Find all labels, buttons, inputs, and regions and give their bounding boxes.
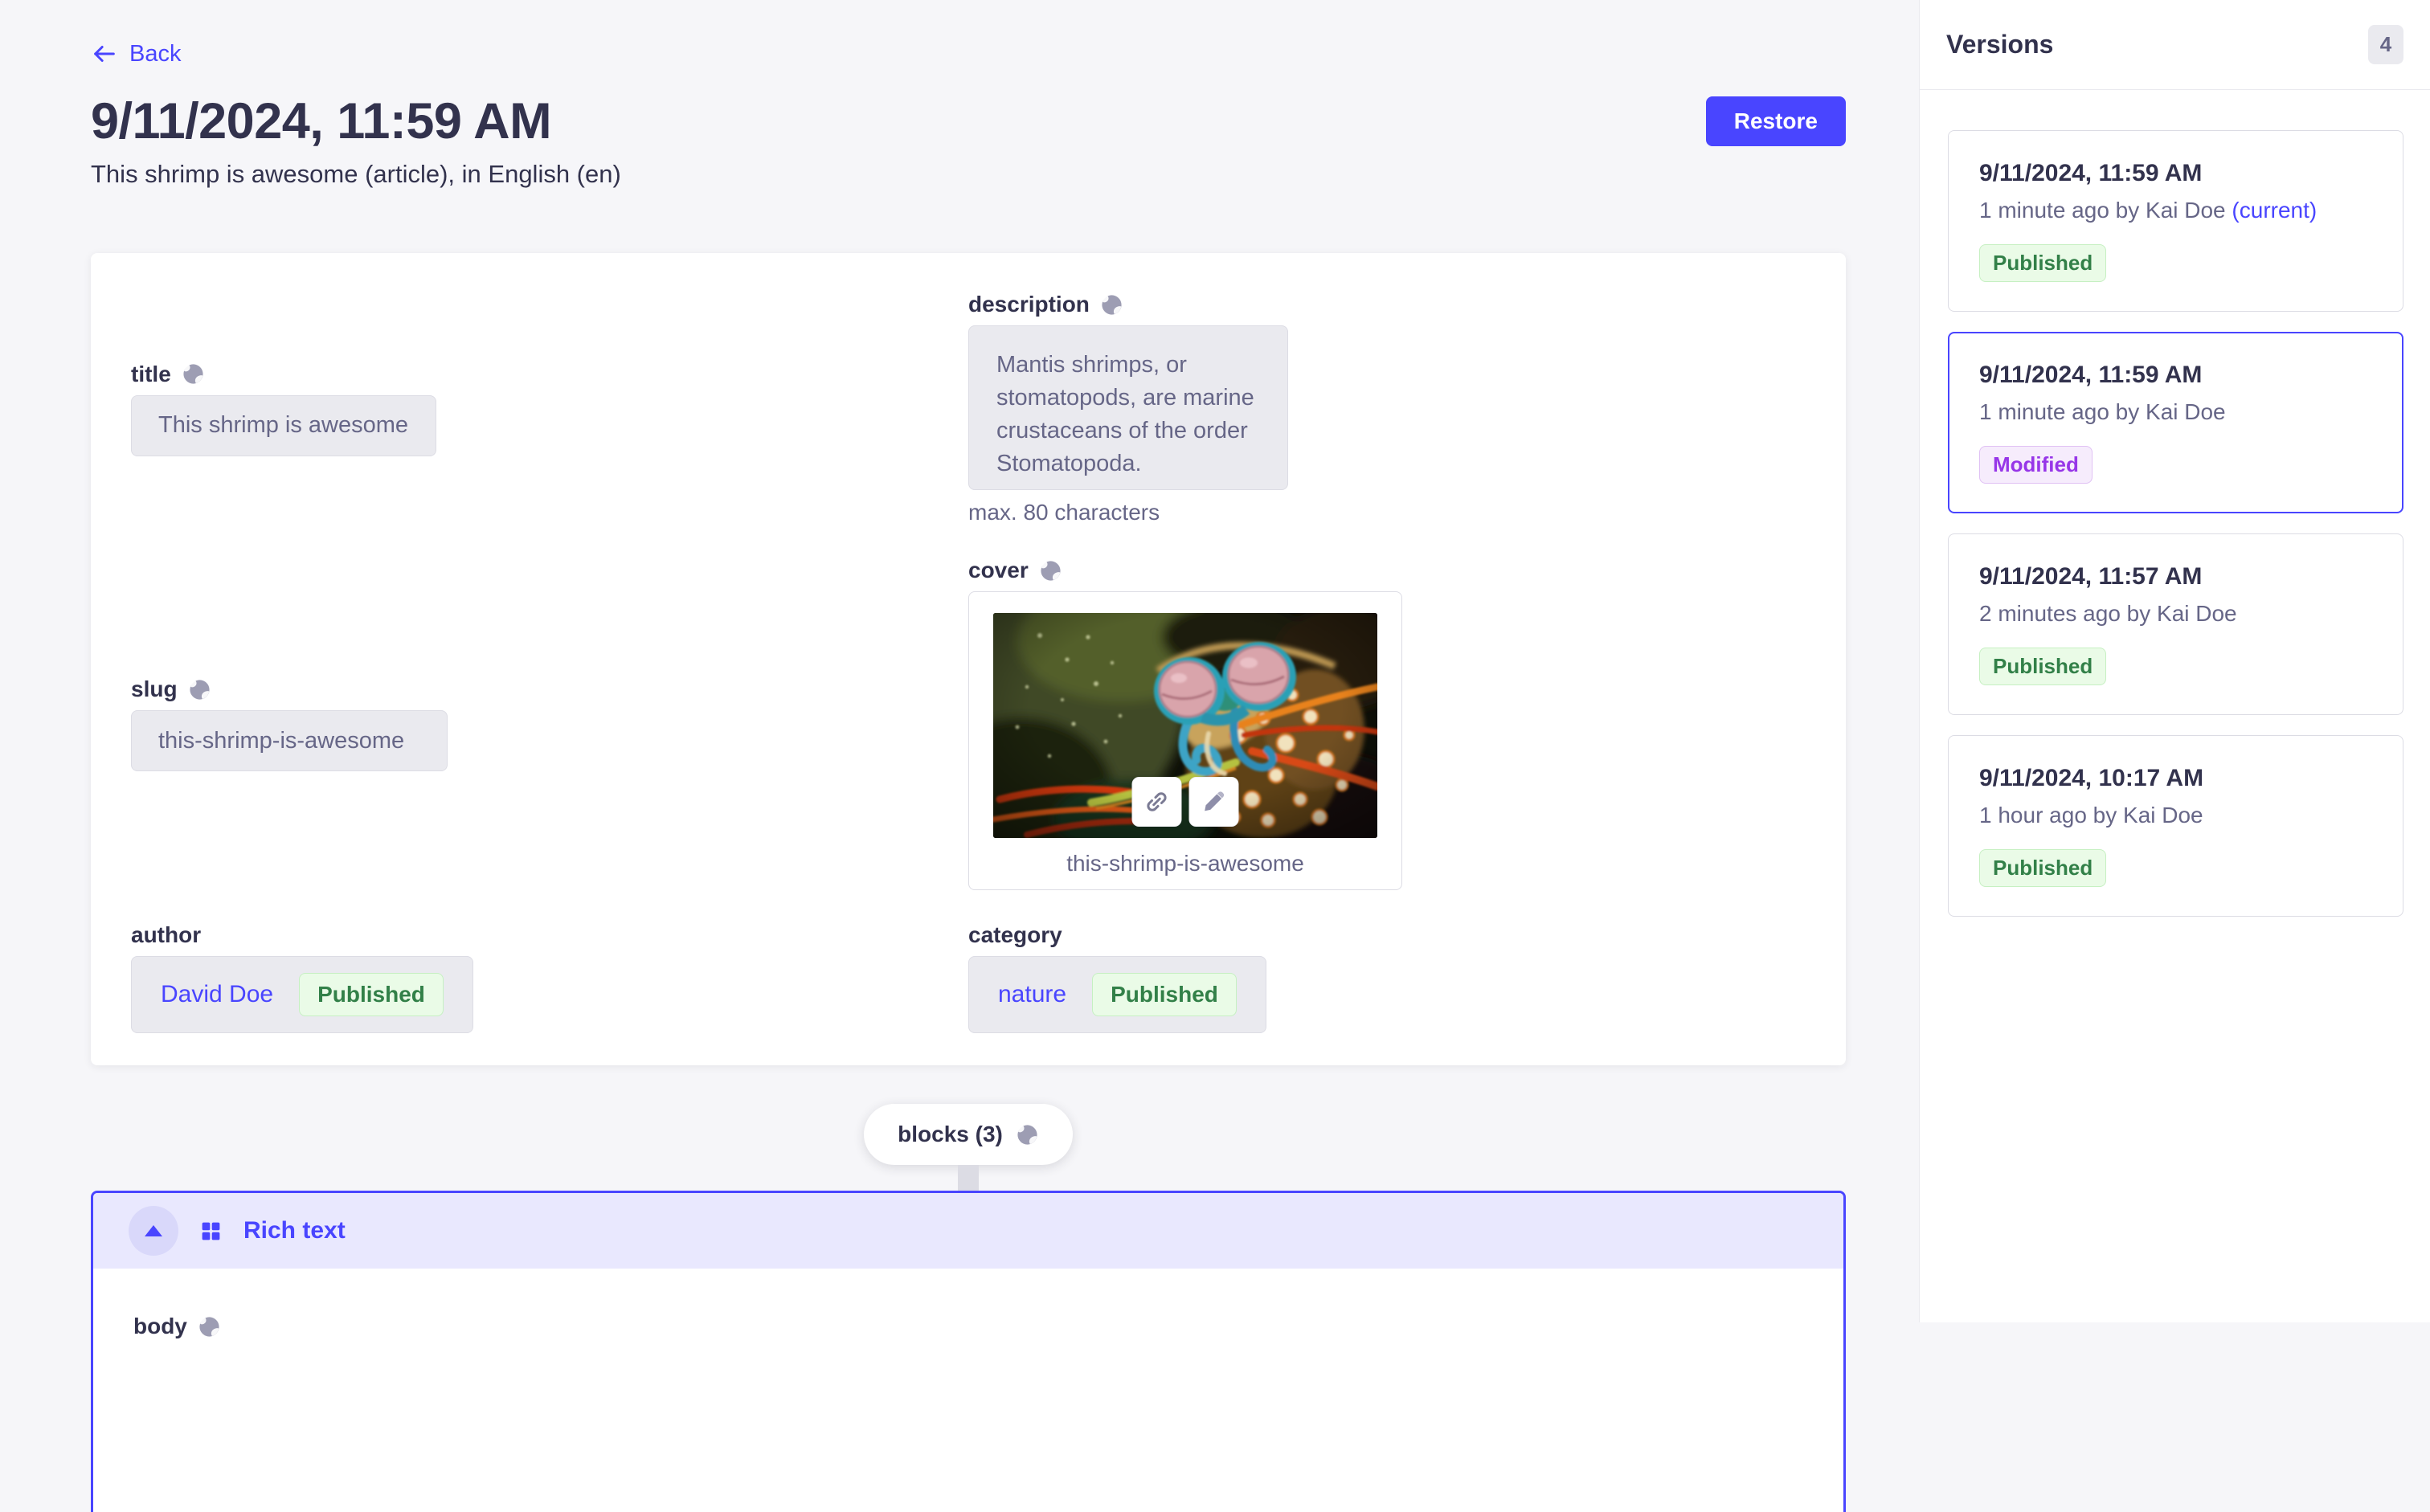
description-textarea: Mantis shrimps, or stomatopods, are mari… [968, 325, 1288, 490]
globe-icon [182, 362, 205, 386]
cover-actions [1132, 777, 1239, 827]
restore-button[interactable]: Restore [1706, 96, 1846, 146]
title-label: title [131, 362, 968, 387]
page-subtitle: This shrimp is awesome (article), in Eng… [91, 160, 1846, 189]
versions-count-badge: 4 [2368, 25, 2403, 64]
body-label: body [133, 1314, 1803, 1339]
description-label-text: description [968, 292, 1090, 317]
body-label-text: body [133, 1314, 187, 1339]
globe-icon [1100, 293, 1123, 317]
version-date: 9/11/2024, 11:57 AM [1979, 563, 2372, 590]
description-label: description [968, 292, 1806, 317]
category-relation-box: nature Published [968, 956, 1266, 1033]
versions-list: 9/11/2024, 11:59 AM 1 minute ago by Kai … [1920, 90, 2430, 917]
blocks-zone-label-text: blocks (3) [898, 1122, 1003, 1147]
version-status-badge: Modified [1979, 446, 2092, 484]
version-card-selected[interactable]: 9/11/2024, 11:59 AM 1 minute ago by Kai … [1948, 332, 2403, 513]
category-status-badge: Published [1092, 973, 1237, 1016]
rich-text-block-header[interactable]: Rich text [93, 1193, 1843, 1269]
field-author: author David Doe Published [131, 922, 968, 1033]
version-current-label[interactable]: (current) [2232, 198, 2317, 223]
slug-input: this-shrimp-is-awesome [131, 710, 448, 771]
versions-title: Versions [1946, 30, 2053, 59]
versions-panel-header: Versions 4 [1920, 0, 2430, 90]
version-date: 9/11/2024, 11:59 AM [1979, 160, 2372, 187]
version-date: 9/11/2024, 11:59 AM [1979, 362, 2372, 389]
author-relation-box: David Doe Published [131, 956, 473, 1033]
blocks-zone: blocks (3) Rich text body [91, 1104, 1846, 1512]
version-meta: 1 minute ago by Kai Doe (current) [1979, 198, 2372, 223]
version-status-badge: Published [1979, 244, 2106, 282]
version-detail-panel: Back 9/11/2024, 11:59 AM Restore This sh… [0, 0, 1919, 1322]
component-grid-icon [199, 1220, 223, 1243]
version-status-badge: Published [1979, 648, 2106, 685]
copy-link-button[interactable] [1132, 777, 1182, 827]
cover-asset-card: this-shrimp-is-awesome [968, 591, 1402, 890]
rich-text-block: Rich text body [91, 1191, 1846, 1512]
category-relation-link[interactable]: nature [998, 981, 1066, 1008]
title-input: This shrimp is awesome [131, 395, 436, 456]
version-meta-text: 1 minute ago by Kai Doe [1979, 198, 2226, 223]
back-label: Back [129, 41, 181, 67]
field-title: title This shrimp is awesome [131, 362, 968, 456]
field-category: category nature Published [968, 922, 1806, 1033]
version-meta-text: 1 hour ago by Kai Doe [1979, 803, 2203, 828]
author-status-badge: Published [299, 973, 444, 1016]
category-label: category [968, 922, 1806, 948]
page-title: 9/11/2024, 11:59 AM [91, 92, 551, 150]
rich-text-block-title: Rich text [243, 1217, 346, 1244]
category-label-text: category [968, 922, 1062, 948]
version-meta: 1 minute ago by Kai Doe [1979, 399, 2372, 425]
rich-text-block-body: body [93, 1269, 1843, 1384]
version-meta-text: 1 minute ago by Kai Doe [1979, 399, 2226, 424]
globe-icon [1039, 559, 1062, 582]
blocks-connector [958, 1165, 979, 1191]
slug-label-text: slug [131, 676, 178, 702]
pencil-icon [1201, 788, 1228, 815]
slug-label: slug [131, 676, 968, 702]
version-card[interactable]: 9/11/2024, 11:59 AM 1 minute ago by Kai … [1948, 130, 2403, 312]
version-meta: 1 hour ago by Kai Doe [1979, 803, 2372, 828]
author-label-text: author [131, 922, 201, 948]
page-header: 9/11/2024, 11:59 AM Restore [91, 92, 1846, 150]
edit-asset-button[interactable] [1189, 777, 1239, 827]
collapse-toggle-button[interactable] [129, 1206, 178, 1256]
versions-panel: Versions 4 9/11/2024, 11:59 AM 1 minute … [1919, 0, 2430, 1322]
globe-icon [188, 678, 211, 701]
version-status-badge: Published [1979, 849, 2106, 887]
caret-up-icon [145, 1225, 162, 1236]
version-form-card: title This shrimp is awesome description… [91, 253, 1846, 1065]
description-hint: max. 80 characters [968, 500, 1806, 525]
globe-icon [1016, 1123, 1039, 1146]
version-card[interactable]: 9/11/2024, 11:57 AM 2 minutes ago by Kai… [1948, 533, 2403, 715]
version-date: 9/11/2024, 10:17 AM [1979, 765, 2372, 792]
field-description: description Mantis shrimps, or stomatopo… [968, 292, 1806, 525]
link-icon [1143, 787, 1172, 816]
cover-image [993, 613, 1377, 838]
cover-caption: this-shrimp-is-awesome [993, 851, 1377, 877]
author-relation-link[interactable]: David Doe [161, 981, 273, 1008]
globe-icon [198, 1315, 221, 1338]
field-cover: cover [968, 558, 1806, 890]
cover-label: cover [968, 558, 1806, 583]
author-label: author [131, 922, 968, 948]
cover-label-text: cover [968, 558, 1029, 583]
blocks-zone-label: blocks (3) [864, 1104, 1073, 1165]
field-slug: slug this-shrimp-is-awesome [131, 676, 968, 771]
version-meta: 2 minutes ago by Kai Doe [1979, 601, 2372, 627]
version-card[interactable]: 9/11/2024, 10:17 AM 1 hour ago by Kai Do… [1948, 735, 2403, 917]
back-arrow-icon [91, 40, 118, 67]
title-label-text: title [131, 362, 171, 387]
back-link[interactable]: Back [91, 40, 181, 67]
version-meta-text: 2 minutes ago by Kai Doe [1979, 601, 2237, 626]
